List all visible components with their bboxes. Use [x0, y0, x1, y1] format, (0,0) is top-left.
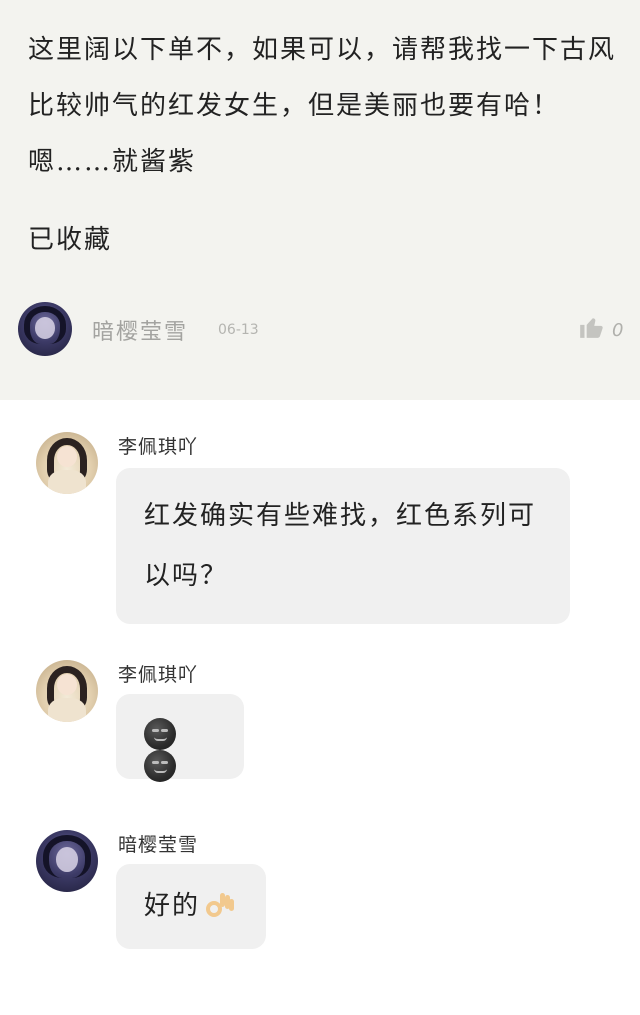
reply-author-name[interactable]: 暗樱莹雪 — [118, 830, 198, 857]
collected-status[interactable]: 已收藏 — [28, 212, 112, 268]
smirk-face-icon — [144, 750, 176, 782]
thumbs-up-icon[interactable] — [578, 314, 604, 340]
reply-item: 暗樱莹雪 好的 — [36, 830, 596, 950]
smirk-face-icon — [144, 718, 176, 750]
post-text: 这里阔以下单不，如果可以，请帮我找一下古风比较帅气的红发女生，但是美丽也要有哈！… — [28, 35, 617, 177]
message-bubble[interactable] — [116, 694, 244, 782]
reply-author-name[interactable]: 李佩琪吖 — [118, 432, 198, 459]
message-bubble[interactable]: 红发确实有些难找，红色系列可以吗？ — [116, 468, 570, 624]
avatar[interactable] — [36, 660, 98, 722]
ok-hand-icon — [204, 891, 235, 923]
message-bubble[interactable]: 好的 — [116, 864, 266, 949]
reply-item: 李佩琪吖 — [36, 660, 596, 782]
avatar[interactable] — [36, 830, 98, 892]
avatar[interactable] — [18, 302, 72, 356]
author-name[interactable]: 暗樱莹雪 — [92, 314, 188, 346]
like-count: 0 — [612, 320, 624, 341]
original-post: 这里阔以下单不，如果可以，请帮我找一下古风比较帅气的红发女生，但是美丽也要有哈！… — [0, 0, 640, 400]
avatar[interactable] — [36, 432, 98, 494]
post-date: 06-13 — [218, 322, 259, 338]
reply-item: 李佩琪吖 红发确实有些难找，红色系列可以吗？ — [36, 432, 596, 624]
message-text: 红发确实有些难找，红色系列可以吗？ — [144, 501, 537, 591]
reply-author-name[interactable]: 李佩琪吖 — [118, 660, 198, 687]
message-text: 好的 — [144, 891, 201, 921]
post-author-row: 暗樱莹雪 06-13 0 — [18, 302, 628, 358]
